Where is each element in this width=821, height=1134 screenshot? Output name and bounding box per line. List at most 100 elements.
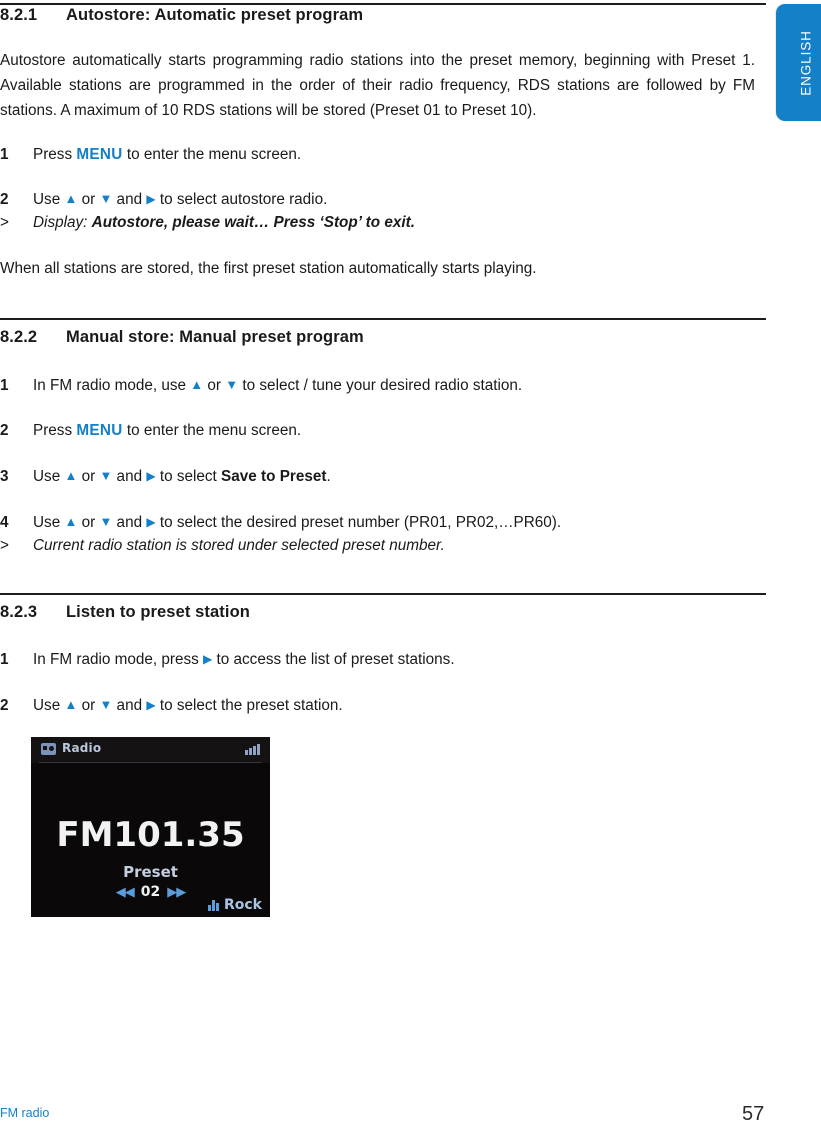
step-822-3: 3 Use or and to select Save to Preset. [0,465,773,488]
note-marker: > [0,214,9,231]
section-heading-821: 8.2.1 Autostore: Automatic preset program [0,6,363,25]
signal-strength-icon [245,744,260,755]
equalizer-preset-label: Rock [223,897,262,913]
step-text-post: to access the list of preset stations. [212,651,455,668]
language-tab-label: ENGLISH [798,29,814,96]
step-marker: 2 [0,191,9,208]
divider-section-823 [0,593,766,595]
step-text-pre: Use [33,191,65,208]
arrow-right-icon [203,652,212,665]
step-text-post: to select autostore radio. [155,191,328,208]
radio-icon [41,743,56,755]
device-screen-illustration: Radio FM101.35 Preset ◀◀ 02 ▶▶ Rock [31,737,270,917]
menu-keyword: MENU [76,422,123,439]
arrow-right-icon [146,515,155,528]
device-frequency: FM101.35 [56,815,245,855]
step-marker: 2 [0,697,9,714]
note-marker: > [0,537,9,554]
step-marker: 1 [0,377,9,394]
step-823-2: 2 Use or and to select the preset statio… [0,694,773,717]
arrow-right-icon [146,698,155,711]
language-tab-english: ENGLISH [776,4,821,121]
step-text-mid: or [77,468,100,485]
arrow-up-icon [64,192,77,205]
device-equalizer-indicator: Rock [207,897,262,913]
step-823-1: 1 In FM radio mode, press to access the … [0,648,773,671]
section-number-822: 8.2.2 [0,328,38,346]
device-preset-label: Preset [123,863,178,881]
skip-next-icon: ▶▶ [167,884,186,900]
footer-section-label: FM radio [0,1106,50,1120]
section-number-821: 8.2.1 [0,6,38,24]
step-text-pre: Use [33,514,65,531]
step-bold-term: Save to Preset [221,468,327,485]
arrow-up-icon [190,378,203,391]
step-marker: 1 [0,146,9,163]
manual-page: ENGLISH 8.2.1 Autostore: Automatic preset… [0,0,821,1134]
note-bold-text: Autostore, please wait… Press ‘Stop’ to … [91,214,415,231]
step-text-post: to select [155,468,222,485]
step-822-4: 4 Use or and to select the desired prese… [0,511,773,534]
divider-section-822 [0,318,766,320]
arrow-down-icon [99,515,112,528]
footer-page-number: 57 [742,1103,765,1125]
section-821-outro: When all stations are stored, the first … [0,260,537,277]
arrow-down-icon [99,469,112,482]
step-text-mid2: and [112,191,147,208]
step-text-mid: or [77,191,100,208]
step-text-tail: . [326,468,331,485]
step-822-4-note: > Current radio station is stored under … [0,534,773,557]
note-lead: Display: [33,214,92,231]
step-text-mid: or [77,697,100,714]
equalizer-icon [207,899,220,911]
step-text-pre: Use [33,697,65,714]
note-text: Current radio station is stored under se… [33,537,445,554]
section-heading-823: 8.2.3 Listen to preset station [0,603,250,622]
step-text-post: to select / tune your desired radio stat… [238,377,523,394]
step-821-2: 2 Use or and to select autostore radio. [0,188,773,211]
arrow-right-icon [146,469,155,482]
arrow-down-icon [225,378,238,391]
arrow-right-icon [146,192,155,205]
step-821-2-display-note: > Display: Autostore, please wait… Press… [0,211,773,234]
step-text-pre: Press [33,422,77,439]
page-content: 8.2.1 Autostore: Automatic preset program… [0,0,766,714]
section-number-823: 8.2.3 [0,603,38,621]
divider-top [0,3,766,5]
step-text-mid: or [77,514,100,531]
step-marker: 3 [0,468,9,485]
step-821-1: 1 Press MENU to enter the menu screen. [0,143,773,166]
step-text-post: to select the desired preset number (PR0… [155,514,562,531]
step-text-mid2: and [112,514,147,531]
section-821-intro: Autostore automatically starts programmi… [0,52,755,119]
step-text-pre: Press [33,146,77,163]
step-marker: 1 [0,651,9,668]
step-text-pre: In FM radio mode, press [33,651,204,668]
step-text-mid2: and [112,697,147,714]
arrow-down-icon [99,698,112,711]
arrow-up-icon [64,698,77,711]
step-text-post: to select the preset station. [155,697,343,714]
section-title-821: Autostore: Automatic preset program [66,6,364,24]
device-screen-topbar: Radio [31,737,270,763]
device-preset-number: 02 [140,884,161,900]
step-text-pre: Use [33,468,65,485]
section-title-823: Listen to preset station [66,603,250,621]
arrow-down-icon [99,192,112,205]
step-822-1: 1 In FM radio mode, use or to select / t… [0,374,773,397]
skip-previous-icon: ◀◀ [115,884,135,900]
step-822-2: 2 Press MENU to enter the menu screen. [0,419,773,442]
menu-keyword: MENU [76,146,123,163]
step-marker: 2 [0,422,9,439]
section-heading-822: 8.2.2 Manual store: Manual preset program [0,328,364,347]
arrow-up-icon [64,469,77,482]
arrow-up-icon [64,515,77,528]
step-text-mid2: and [112,468,147,485]
step-marker: 4 [0,514,9,531]
step-text-pre: In FM radio mode, use [33,377,191,394]
step-text-mid: or [203,377,226,394]
step-text-post: to enter the menu screen. [122,422,302,439]
step-text-post: to enter the menu screen. [122,146,302,163]
section-title-822: Manual store: Manual preset program [66,328,364,346]
device-screen-title: Radio [62,741,102,755]
